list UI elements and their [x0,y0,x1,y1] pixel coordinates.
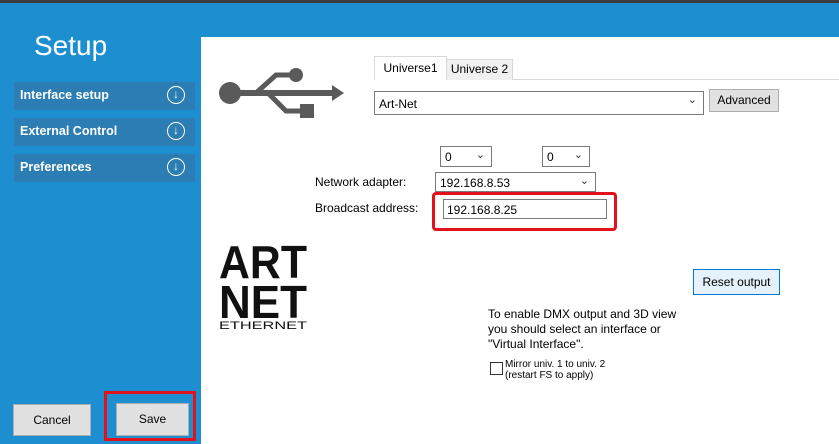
broadcast-highlight-box [432,192,617,231]
artnet-logo: ART NET ETHERNET [219,238,307,330]
chevron-down-icon: ⌄ [475,149,485,161]
save-highlight-box [104,391,196,441]
chevron-down-circle-icon[interactable]: ↓ [167,86,185,104]
tab-universe1[interactable]: Universe1 [374,56,447,80]
info-line: To enable DMX output and 3D view [488,307,677,321]
selector-a[interactable]: 0 ⌄ [440,146,492,167]
sidebar-item-preferences[interactable]: Preferences ↓ [14,154,195,182]
chevron-down-icon: ⌄ [687,94,697,106]
chevron-down-circle-icon[interactable]: ↓ [167,158,185,176]
mirror-checkbox[interactable] [490,362,503,375]
top-bar [201,3,839,37]
broadcast-address-label: Broadcast address: [315,201,419,215]
selector-b[interactable]: 0 ⌄ [542,146,590,167]
network-adapter-select[interactable]: 192.168.8.53 ⌄ [435,172,596,192]
mirror-label: Mirror univ. 1 to univ. 2 (restart FS to… [505,359,605,381]
sidebar-item-external-control[interactable]: External Control ↓ [14,118,195,146]
mirror-label-line1: Mirror univ. 1 to univ. 2 [505,359,606,370]
network-adapter-label: Network adapter: [315,175,407,189]
reset-output-button[interactable]: Reset output [693,269,780,295]
sidebar-item-label: External Control [20,124,118,138]
cancel-button[interactable]: Cancel [13,404,91,436]
tab-divider [513,79,839,80]
sidebar [0,3,201,444]
sidebar-item-label: Interface setup [20,88,109,102]
tab-universe2[interactable]: Universe 2 [447,59,513,80]
sidebar-item-label: Preferences [20,160,92,174]
selector-b-value: 0 [547,150,554,164]
advanced-button[interactable]: Advanced [709,89,779,112]
usb-icon [219,68,344,118]
sidebar-item-interface-setup[interactable]: Interface setup ↓ [14,82,195,110]
chevron-down-icon: ⌄ [573,149,583,161]
info-line: "Virtual Interface". [488,337,584,351]
selector-a-value: 0 [445,150,452,164]
mirror-label-line2: (restart FS to apply) [505,370,594,381]
sidebar-title: Setup [34,30,108,61]
info-line: you should select an interface or [488,322,661,336]
protocol-select[interactable]: Art-Net ⌄ [374,91,704,115]
chevron-down-icon: ⌄ [579,175,589,187]
svg-text:ETHERNET: ETHERNET [219,320,307,330]
chevron-down-circle-icon[interactable]: ↓ [167,122,185,140]
network-adapter-value: 192.168.8.53 [440,176,511,190]
info-message: To enable DMX output and 3D view you sho… [488,307,708,352]
protocol-value: Art-Net [379,97,418,111]
